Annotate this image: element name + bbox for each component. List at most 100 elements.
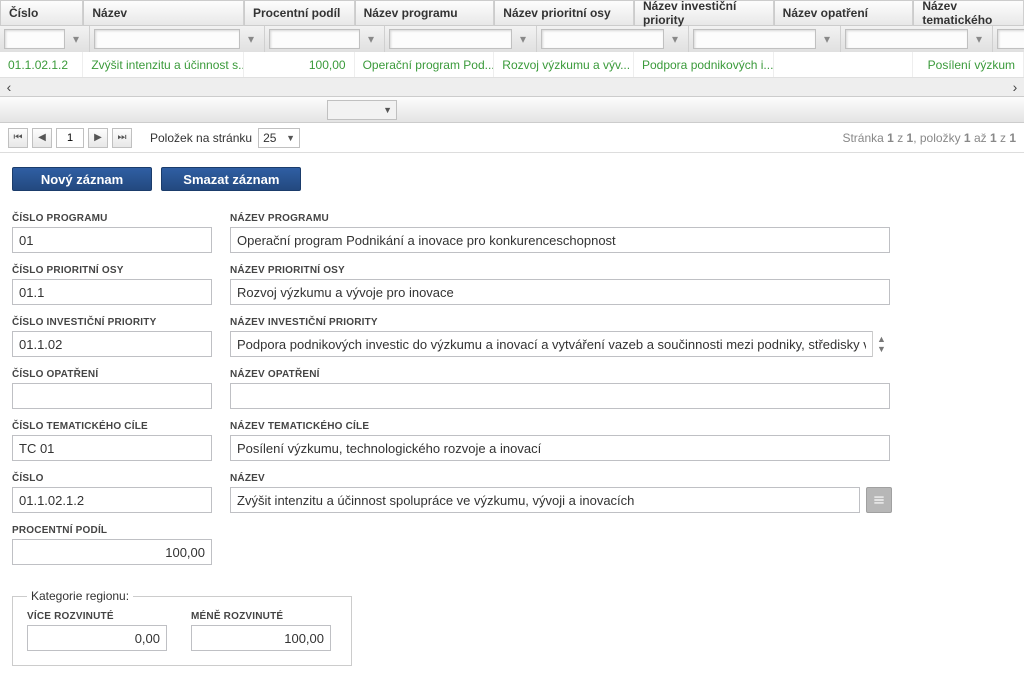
data-grid: Číslo Název Procentní podíl Název progra… bbox=[0, 0, 1024, 123]
pager-last-button[interactable]: ⏭ bbox=[112, 128, 132, 148]
dropdown-scroll-icon[interactable]: ▲▼ bbox=[872, 331, 890, 357]
field-nazev-opat: NÁZEV OPATŘENÍ bbox=[230, 369, 890, 409]
col-header-tematicke[interactable]: Název tematického bbox=[913, 0, 1024, 26]
funnel-icon[interactable]: ▾ bbox=[970, 29, 988, 49]
list-icon bbox=[872, 493, 886, 507]
filter-nazev[interactable] bbox=[94, 29, 240, 49]
field-cislo-programu: ČÍSLO PROGRAMU bbox=[12, 213, 212, 253]
col-header-investicni[interactable]: Název investiční priority bbox=[634, 0, 774, 26]
scroll-left-arrow-icon[interactable]: ‹ bbox=[0, 78, 18, 96]
label: ČÍSLO TEMATICKÉHO CÍLE bbox=[12, 421, 212, 432]
label: ČÍSLO OPATŘENÍ bbox=[12, 369, 212, 380]
field-cislo-osy: ČÍSLO PRIORITNÍ OSY bbox=[12, 265, 212, 305]
filter-opat[interactable] bbox=[845, 29, 968, 49]
col-header-cislo[interactable]: Číslo bbox=[0, 0, 83, 26]
horizontal-scrollbar[interactable]: ‹ › bbox=[0, 78, 1024, 96]
cell-program: Operační program Pod... bbox=[355, 52, 495, 77]
label: MÉNĚ ROZVINUTÉ bbox=[191, 611, 331, 622]
selector-bar: ▼ bbox=[0, 96, 1024, 122]
perpage-value: 25 bbox=[263, 131, 276, 145]
chevron-down-icon: ▼ bbox=[383, 105, 392, 115]
filter-procentni[interactable] bbox=[269, 29, 360, 49]
action-bar: Nový záznam Smazat záznam bbox=[0, 153, 1024, 195]
funnel-icon[interactable]: ▾ bbox=[818, 29, 836, 49]
field-cislo-opat: ČÍSLO OPATŘENÍ bbox=[12, 369, 212, 409]
pager-first-button[interactable]: ⏮ bbox=[8, 128, 28, 148]
label: NÁZEV bbox=[230, 473, 860, 484]
label: ČÍSLO PROGRAMU bbox=[12, 213, 212, 224]
detail-form: ČÍSLO PROGRAMU NÁZEV PROGRAMU ČÍSLO PRIO… bbox=[0, 195, 1024, 686]
filter-program[interactable] bbox=[389, 29, 512, 49]
delete-record-button[interactable]: Smazat záznam bbox=[161, 167, 301, 191]
cell-opat bbox=[774, 52, 914, 77]
nazev-inv-input[interactable] bbox=[230, 331, 872, 357]
cell-nazev: Zvýšit intenzitu a účinnost s... bbox=[83, 52, 244, 77]
scroll-track[interactable] bbox=[18, 78, 1006, 96]
cislo-programu-input[interactable] bbox=[12, 227, 212, 253]
label: VÍCE ROZVINUTÉ bbox=[27, 611, 167, 622]
selector-dropdown[interactable]: ▼ bbox=[327, 100, 397, 120]
vice-input[interactable] bbox=[27, 625, 167, 651]
col-header-procentni[interactable]: Procentní podíl bbox=[244, 0, 355, 26]
grid-filter-row: ▾ ▾ ▾ ▾ ▾ ▾ ▾ ▾ bbox=[0, 26, 1024, 52]
label: ČÍSLO bbox=[12, 473, 212, 484]
field-procentni: PROCENTNÍ PODÍL bbox=[12, 525, 212, 565]
nazev-input[interactable] bbox=[230, 487, 860, 513]
col-header-program[interactable]: Název programu bbox=[355, 0, 495, 26]
field-nazev-inv: NÁZEV INVESTIČNÍ PRIORITY ▲▼ bbox=[230, 317, 890, 357]
filter-tem[interactable] bbox=[997, 29, 1024, 49]
field-nazev-cile: NÁZEV TEMATICKÉHO CÍLE bbox=[230, 421, 890, 461]
pager-info: Stránka 1 z 1, položky 1 až 1 z 1 bbox=[842, 131, 1016, 145]
funnel-icon[interactable]: ▾ bbox=[67, 29, 85, 49]
cell-cislo: 01.1.02.1.2 bbox=[0, 52, 83, 77]
perpage-select[interactable]: 25 ▼ bbox=[258, 128, 300, 148]
nazev-programu-input[interactable] bbox=[230, 227, 890, 253]
funnel-icon[interactable]: ▾ bbox=[242, 29, 260, 49]
funnel-icon[interactable]: ▾ bbox=[666, 29, 684, 49]
cislo-osy-input[interactable] bbox=[12, 279, 212, 305]
col-header-nazev[interactable]: Název bbox=[83, 0, 244, 26]
nazev-opat-input[interactable] bbox=[230, 383, 890, 409]
label: NÁZEV OPATŘENÍ bbox=[230, 369, 890, 380]
nazev-cile-input[interactable] bbox=[230, 435, 890, 461]
grid-header-row: Číslo Název Procentní podíl Název progra… bbox=[0, 0, 1024, 26]
field-nazev: NÁZEV bbox=[230, 473, 892, 513]
field-mene-rozvinute: MÉNĚ ROZVINUTÉ bbox=[191, 611, 331, 651]
scroll-right-arrow-icon[interactable]: › bbox=[1006, 78, 1024, 96]
pager-next-button[interactable]: ▶ bbox=[88, 128, 108, 148]
mene-input[interactable] bbox=[191, 625, 331, 651]
cell-tem: Posílení výzkum bbox=[913, 52, 1024, 77]
filter-osa[interactable] bbox=[541, 29, 664, 49]
field-cislo: ČÍSLO bbox=[12, 473, 212, 513]
funnel-icon[interactable]: ▾ bbox=[514, 29, 532, 49]
col-header-osa[interactable]: Název prioritní osy bbox=[494, 0, 634, 26]
cell-procentni: 100,00 bbox=[244, 52, 355, 77]
label: NÁZEV TEMATICKÉHO CÍLE bbox=[230, 421, 890, 432]
col-header-opatreni[interactable]: Název opatření bbox=[774, 0, 914, 26]
table-row[interactable]: 01.1.02.1.2 Zvýšit intenzitu a účinnost … bbox=[0, 52, 1024, 78]
chevron-down-icon: ▼ bbox=[286, 133, 295, 143]
field-vice-rozvinute: VÍCE ROZVINUTÉ bbox=[27, 611, 167, 651]
pager: ⏮ ◀ ▶ ⏭ Položek na stránku 25 ▼ Stránka … bbox=[0, 123, 1024, 153]
kategorie-legend: Kategorie regionu: bbox=[27, 589, 133, 603]
label: NÁZEV PRIORITNÍ OSY bbox=[230, 265, 890, 276]
field-cislo-inv: ČÍSLO INVESTIČNÍ PRIORITY bbox=[12, 317, 212, 357]
cislo-opat-input[interactable] bbox=[12, 383, 212, 409]
cislo-input[interactable] bbox=[12, 487, 212, 513]
field-nazev-programu: NÁZEV PROGRAMU bbox=[230, 213, 890, 253]
field-nazev-osy: NÁZEV PRIORITNÍ OSY bbox=[230, 265, 890, 305]
filter-inv[interactable] bbox=[693, 29, 816, 49]
filter-cislo[interactable] bbox=[4, 29, 65, 49]
nazev-osy-input[interactable] bbox=[230, 279, 890, 305]
label: NÁZEV PROGRAMU bbox=[230, 213, 890, 224]
list-lookup-button[interactable] bbox=[866, 487, 892, 513]
procentni-input[interactable] bbox=[12, 539, 212, 565]
funnel-icon[interactable]: ▾ bbox=[362, 29, 380, 49]
cislo-cile-input[interactable] bbox=[12, 435, 212, 461]
cislo-inv-input[interactable] bbox=[12, 331, 212, 357]
cell-osa: Rozvoj výzkumu a výv... bbox=[494, 52, 634, 77]
new-record-button[interactable]: Nový záznam bbox=[12, 167, 152, 191]
pager-prev-button[interactable]: ◀ bbox=[32, 128, 52, 148]
cell-inv: Podpora podnikových i... bbox=[634, 52, 774, 77]
pager-page-input[interactable] bbox=[56, 128, 84, 148]
